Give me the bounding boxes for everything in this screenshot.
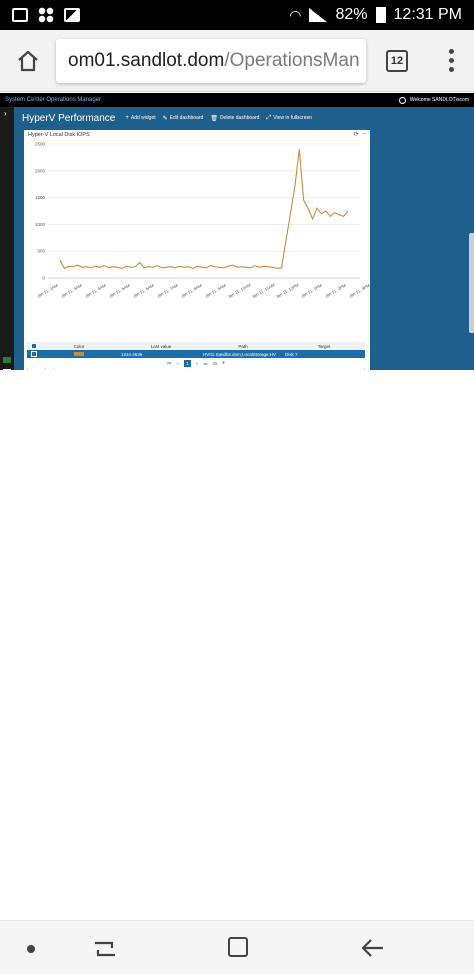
col-target[interactable]: Target	[283, 344, 363, 349]
windows-icon[interactable]	[3, 369, 11, 370]
edit-dashboard-button[interactable]: ✎ Edit dashboard	[163, 115, 204, 122]
x-tick-label: Jan 11, 1PM	[300, 282, 323, 298]
row-color	[37, 351, 119, 357]
right-scrollbar[interactable]	[469, 233, 474, 333]
table-row[interactable]: 1234.4536 HV01.Sandlot.dom;LocalStorage:…	[27, 350, 365, 358]
x-tick-label: Jan 11, 5AM	[108, 282, 131, 298]
nav-dot-icon[interactable]	[27, 945, 35, 953]
plus-icon: +	[125, 115, 129, 121]
widget-controls: ⟳ ‒	[354, 131, 366, 138]
android-nav-bar	[0, 920, 474, 974]
app-title: System Center Operations Manager	[5, 97, 102, 103]
col-color[interactable]: Color	[37, 344, 119, 349]
tab-count: 12	[386, 49, 408, 72]
x-tick-label: Jan 11, 9AM	[204, 282, 227, 298]
y-tick-label: 2000	[35, 168, 46, 173]
add-widget-button[interactable]: + Add widget	[125, 115, 155, 121]
y-tick-label: 0	[42, 276, 45, 281]
page-size-dropdown-icon[interactable]: ▾	[222, 360, 224, 366]
scom-console: System Center Operations Manager Welcome…	[0, 93, 474, 370]
url-path: /OperationsMan	[224, 49, 360, 71]
x-tick-label: Jan 11, 2PM	[324, 282, 347, 298]
expand-icon: ⤢	[266, 114, 272, 121]
dashboard-title: HyperV Performance	[22, 112, 116, 124]
prev-page-icon[interactable]: «	[176, 361, 179, 366]
home-button[interactable]	[0, 30, 56, 92]
home-nav-icon[interactable]	[228, 937, 248, 957]
recent-apps-icon[interactable]	[92, 938, 118, 960]
wifi-icon: ◠	[289, 6, 302, 23]
menu-dot-icon	[448, 49, 454, 54]
current-page[interactable]: 1	[183, 359, 191, 367]
header-checkbox[interactable]	[27, 342, 37, 350]
x-tick-label: Jan 11, 3AM	[60, 282, 83, 298]
y-tick-label: 500	[37, 249, 45, 254]
welcome-area: Welcome SANDLOT\scom	[398, 96, 469, 104]
url-bar[interactable]: om01.sandlot.dom/OperationsMan	[56, 38, 366, 83]
table-header: Color Last value Path Target	[27, 342, 365, 350]
series-table: Color Last value Path Target 1234.4536 H…	[27, 342, 365, 368]
iops-line-chart: 05001000150020002500Jan 11, 2AM Jan 11, 3…	[35, 142, 370, 300]
y-tick-label: 1500	[35, 195, 46, 200]
row-last-value: 1234.4536	[121, 351, 143, 357]
x-tick-label: Jan 11, 12PM	[275, 282, 300, 299]
series-line	[59, 149, 349, 270]
delete-dashboard-button[interactable]: 🗑 Delete dashboard	[210, 115, 259, 122]
row-checkbox[interactable]	[27, 350, 37, 358]
x-tick-label: Jan 11, 10AM	[227, 282, 252, 299]
welcome-text: Welcome SANDLOT\scom	[409, 97, 469, 103]
trash-icon: 🗑	[210, 115, 218, 122]
menu-dot-icon	[448, 58, 454, 63]
menu-dot-icon	[448, 67, 454, 72]
monitor-icon[interactable]	[3, 357, 11, 363]
x-tick-label: Jan 11, 4AM	[84, 282, 107, 298]
fullscreen-label: View in fullscreen	[273, 115, 313, 121]
scom-top-bar: System Center Operations Manager Welcome…	[0, 93, 474, 107]
clock: 12:31 PM	[393, 6, 462, 23]
col-last-value[interactable]: Last value	[119, 344, 201, 349]
status-bar: ◠ 82% 12:31 PM	[0, 0, 474, 30]
dashboard-header: HyperV Performance + Add widget ✎ Edit das…	[14, 107, 474, 129]
y-tick-label: 2500	[35, 142, 46, 147]
y-tick-label: 1000	[35, 222, 46, 227]
tabs-button[interactable]: 12	[366, 30, 428, 92]
apps-icon	[38, 7, 54, 23]
smiley-icon[interactable]	[398, 96, 406, 104]
page-size[interactable]: 25	[212, 361, 217, 366]
col-path[interactable]: Path	[201, 344, 283, 349]
last-page-icon[interactable]: ⏭	[203, 361, 207, 366]
overflow-menu-button[interactable]	[428, 30, 474, 92]
x-tick-label: Jan 11, 6AM	[132, 282, 155, 298]
notification-icon	[12, 8, 28, 22]
color-swatch	[74, 351, 84, 356]
expand-chevron-icon[interactable]: ›	[4, 109, 7, 118]
delete-dashboard-label: Delete dashboard	[219, 115, 260, 121]
image-icon	[64, 8, 80, 22]
row-target: Disk 7	[285, 351, 298, 357]
next-page-icon[interactable]: »	[196, 361, 199, 366]
minimize-icon[interactable]: ‒	[363, 131, 366, 138]
x-tick-label: Jan 11, 3PM	[348, 282, 370, 298]
first-page-icon[interactable]: ⏮	[167, 361, 171, 366]
home-icon	[18, 50, 38, 71]
fullscreen-button[interactable]: ⤢ View in fullscreen	[266, 115, 312, 122]
x-tick-label: Jan 11, 2AM	[36, 282, 59, 298]
url-host: om01.sandlot.dom	[68, 49, 225, 71]
signal-icon	[309, 8, 328, 22]
edit-icon: ✎	[162, 115, 168, 122]
x-tick-label: Jan 11, 8AM	[180, 282, 203, 298]
pager: ⏮ « 1 » ⏭ 25 ▾	[27, 358, 365, 368]
x-tick-label: Jan 11, 11AM	[251, 282, 276, 299]
refresh-icon[interactable]: ⟳	[354, 131, 359, 138]
battery-icon	[375, 7, 386, 23]
add-widget-label: Add widget	[130, 115, 156, 121]
edit-dashboard-label: Edit dashboard	[169, 115, 204, 121]
x-tick-label: Jan 11, 7AM	[156, 282, 179, 298]
back-icon[interactable]	[360, 937, 386, 959]
row-path: HV01.Sandlot.dom;LocalStorage:HV	[203, 351, 277, 357]
iops-widget: Hyper-V Local Disk IOPS ⟳ ‒ 0 500 1000 1500…	[24, 130, 370, 370]
left-nav: ›	[0, 107, 14, 370]
browser-toolbar: om01.sandlot.dom/OperationsMan 12	[0, 30, 474, 92]
battery-percent: 82%	[335, 6, 368, 23]
